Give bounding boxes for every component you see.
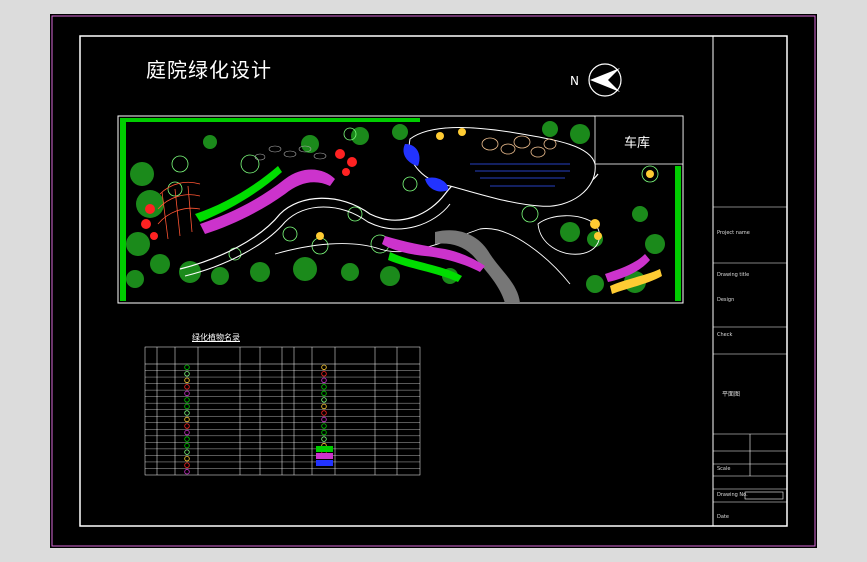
drawing-title: 庭院绿化设计 <box>146 58 272 82</box>
tb-drawing-title: Drawing title <box>717 272 750 278</box>
north-label: N <box>570 74 579 88</box>
tb-project: Project name <box>717 230 750 236</box>
legend-symbol <box>184 429 190 436</box>
table-title: 绿化植物名录 <box>192 333 240 342</box>
tb-check: Check <box>717 332 733 338</box>
legend-symbol <box>184 442 190 449</box>
tb-drawing-name: 平面图 <box>722 391 741 398</box>
legend-swatch <box>316 460 333 466</box>
legend-symbol <box>184 436 190 442</box>
legend-symbol <box>321 429 327 436</box>
title-block-lines <box>713 206 787 503</box>
garage-label: 车库 <box>624 136 651 151</box>
legend-symbol <box>321 371 327 377</box>
legend-symbol <box>184 410 190 416</box>
legend-symbol <box>184 377 190 384</box>
legend-symbol <box>184 397 190 403</box>
legend-symbol <box>321 364 327 370</box>
legend-symbol <box>321 416 327 423</box>
tb-design: Design <box>717 297 735 303</box>
table-row-lines <box>145 370 420 469</box>
table-legend-symbols <box>184 364 333 475</box>
legend-symbol <box>184 449 190 455</box>
legend-symbol <box>184 384 190 390</box>
legend-symbol <box>321 436 327 442</box>
legend-symbol <box>321 403 327 410</box>
legend-symbol <box>184 403 190 410</box>
legend-symbol <box>184 455 190 462</box>
legend-symbol <box>184 390 190 397</box>
legend-symbol <box>321 410 327 416</box>
legend-symbol <box>184 371 190 377</box>
legend-symbol <box>321 384 327 390</box>
legend-symbol <box>321 423 327 429</box>
cad-drawing <box>51 15 816 547</box>
legend-symbol <box>184 416 190 423</box>
legend-symbol <box>184 423 190 429</box>
legend-symbol <box>321 390 327 397</box>
legend-symbol <box>184 462 190 468</box>
north-arrow-icon <box>590 68 620 92</box>
tb-drawing-no: Drawing No. <box>717 492 748 498</box>
legend-symbol <box>321 377 327 384</box>
tb-date: Date <box>717 514 729 520</box>
tb-scale: Scale <box>717 466 731 472</box>
legend-swatch <box>316 446 333 452</box>
legend-symbol <box>321 397 327 403</box>
drawing-sheet: 庭院绿化设计 N 车库 绿化植物名录 Project name Drawing … <box>50 14 817 548</box>
legend-symbol <box>184 364 190 370</box>
legend-swatch <box>316 453 333 459</box>
legend-symbol <box>184 469 190 475</box>
